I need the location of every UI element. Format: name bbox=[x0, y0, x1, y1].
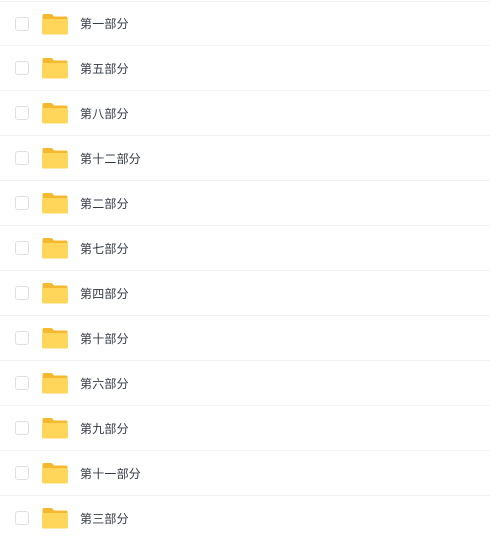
folder-icon bbox=[41, 507, 69, 529]
file-row[interactable]: 第二部分 bbox=[0, 181, 490, 226]
file-name[interactable]: 第四部分 bbox=[80, 285, 129, 302]
file-row[interactable]: 第九部分 bbox=[0, 406, 490, 451]
select-checkbox[interactable] bbox=[15, 511, 29, 525]
file-row[interactable]: 第八部分 bbox=[0, 91, 490, 136]
select-checkbox[interactable] bbox=[15, 376, 29, 390]
folder-icon bbox=[41, 237, 69, 259]
file-name[interactable]: 第六部分 bbox=[80, 375, 129, 392]
file-name[interactable]: 第一部分 bbox=[80, 15, 129, 32]
folder-icon bbox=[41, 192, 69, 214]
file-name[interactable]: 第五部分 bbox=[80, 60, 129, 77]
select-checkbox[interactable] bbox=[15, 466, 29, 480]
select-checkbox[interactable] bbox=[15, 241, 29, 255]
file-row[interactable]: 第十部分 bbox=[0, 316, 490, 361]
file-row[interactable]: 第六部分 bbox=[0, 361, 490, 406]
select-checkbox[interactable] bbox=[15, 331, 29, 345]
file-row[interactable]: 第十一部分 bbox=[0, 451, 490, 496]
select-checkbox[interactable] bbox=[15, 421, 29, 435]
folder-icon bbox=[41, 417, 69, 439]
file-row[interactable]: 第十二部分 bbox=[0, 136, 490, 181]
file-row[interactable]: 第一部分 bbox=[0, 1, 490, 46]
select-checkbox[interactable] bbox=[15, 196, 29, 210]
folder-icon bbox=[41, 372, 69, 394]
file-row[interactable]: 第七部分 bbox=[0, 226, 490, 271]
file-name[interactable]: 第十部分 bbox=[80, 330, 129, 347]
file-name[interactable]: 第二部分 bbox=[80, 195, 129, 212]
file-row[interactable]: 第五部分 bbox=[0, 46, 490, 91]
file-name[interactable]: 第九部分 bbox=[80, 420, 129, 437]
file-name[interactable]: 第七部分 bbox=[80, 240, 129, 257]
folder-icon bbox=[41, 102, 69, 124]
select-checkbox[interactable] bbox=[15, 151, 29, 165]
select-checkbox[interactable] bbox=[15, 106, 29, 120]
folder-icon bbox=[41, 462, 69, 484]
folder-icon bbox=[41, 282, 69, 304]
select-checkbox[interactable] bbox=[15, 16, 29, 31]
folder-icon bbox=[41, 327, 69, 349]
file-list: 第一部分第五部分第八部分第十二部分第二部分第七部分第四部分第十部分第六部分第九部… bbox=[0, 0, 490, 538]
select-checkbox[interactable] bbox=[15, 286, 29, 300]
file-name[interactable]: 第八部分 bbox=[80, 105, 129, 122]
file-name[interactable]: 第十一部分 bbox=[80, 465, 141, 482]
folder-icon bbox=[41, 57, 69, 79]
folder-icon bbox=[41, 147, 69, 169]
file-name[interactable]: 第三部分 bbox=[80, 510, 129, 527]
file-row[interactable]: 第三部分 bbox=[0, 496, 490, 538]
folder-icon bbox=[41, 13, 69, 35]
file-row[interactable]: 第四部分 bbox=[0, 271, 490, 316]
select-checkbox[interactable] bbox=[15, 61, 29, 75]
file-name[interactable]: 第十二部分 bbox=[80, 150, 141, 167]
